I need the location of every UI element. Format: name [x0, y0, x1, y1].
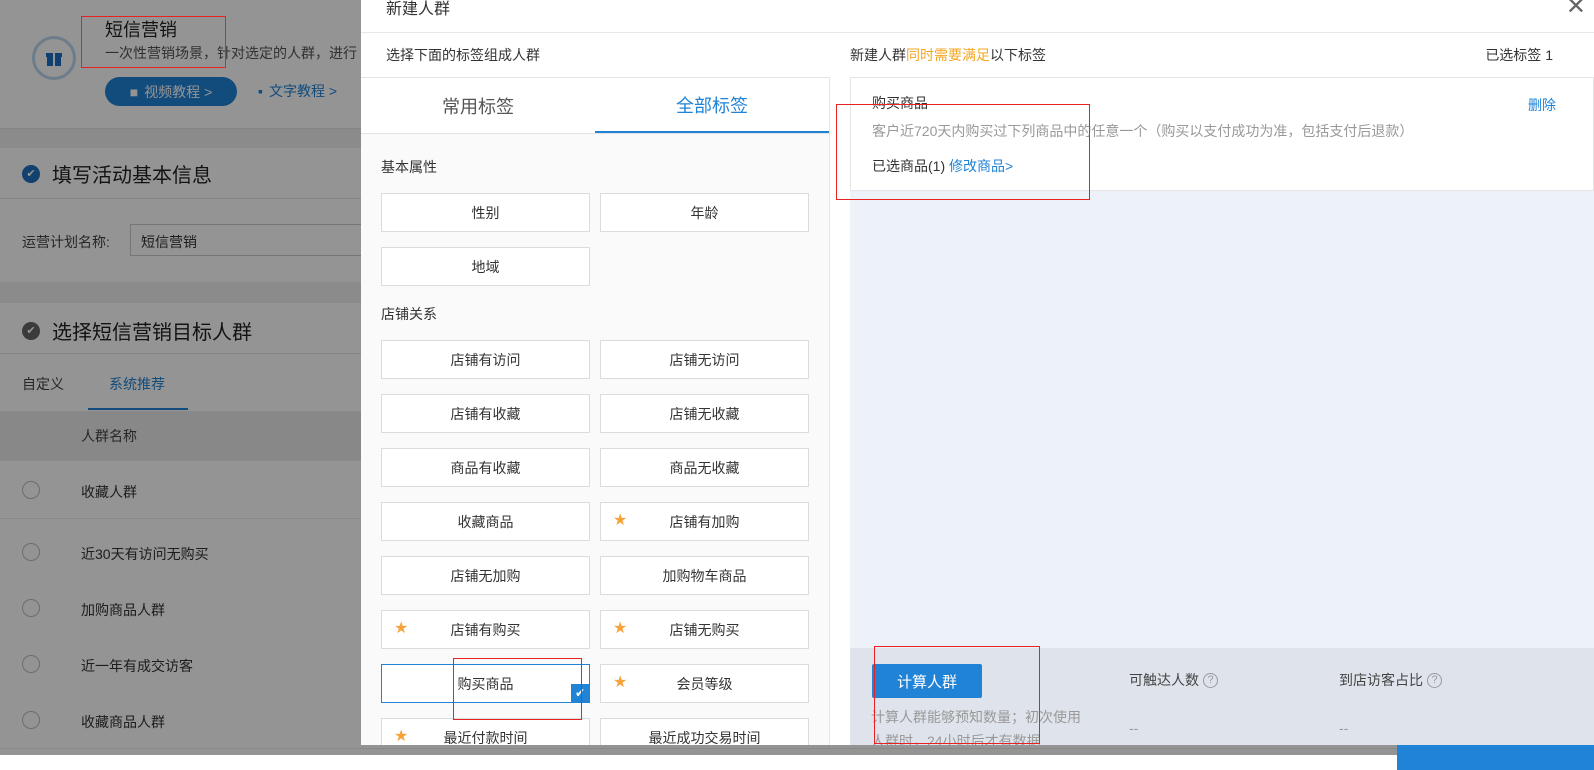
tag-gender[interactable]: 性别	[381, 193, 590, 232]
reachable-count-value: --	[1129, 720, 1139, 736]
tag-cart-items[interactable]: 加购物车商品	[600, 556, 809, 595]
close-icon[interactable]: ✕	[1566, 0, 1586, 21]
help-icon[interactable]: ?	[1427, 672, 1442, 688]
divider	[361, 32, 1594, 33]
condition-title: 购买商品	[872, 95, 928, 111]
calculate-bar: 计算人群 计算人群能够预知数量；初次使用人群时，24小时后才有数据 可触达人数?…	[850, 648, 1594, 745]
tag-label: 店铺无收藏	[669, 405, 740, 422]
tag-picker-panel: 常用标签 全部标签 基本属性 性别 年龄 地域 店铺关系 店铺有访问 店铺无访问…	[361, 77, 830, 745]
tag-store-not-carted[interactable]: 店铺无加购	[381, 556, 590, 595]
tag-label: 年龄	[690, 204, 719, 221]
tag-label: 最近付款时间	[443, 729, 528, 746]
tag-label: 店铺无购买	[669, 621, 740, 638]
delete-link[interactable]: 删除	[1528, 95, 1556, 115]
tag-age[interactable]: 年龄	[600, 193, 809, 232]
metric-label: 可触达人数	[1129, 672, 1199, 688]
tag-label: 店铺无加购	[450, 567, 521, 584]
bottom-strip	[0, 755, 1594, 770]
right-subtitle-highlight: 同时需要满足	[906, 47, 990, 63]
tag-label: 购买商品	[457, 675, 514, 692]
tag-favorited-items[interactable]: 收藏商品	[381, 502, 590, 541]
tag-label: 商品无收藏	[669, 459, 740, 476]
right-subtitle: 新建人群同时需要满足以下标签	[850, 45, 1046, 65]
tag-label: 收藏商品	[457, 513, 514, 530]
tag-store-not-visited[interactable]: 店铺无访问	[600, 340, 809, 379]
tag-label: 性别	[471, 204, 500, 221]
tag-label: 商品有收藏	[450, 459, 521, 476]
tag-label: 店铺无访问	[669, 351, 740, 368]
star-icon: ★	[394, 620, 409, 637]
left-subtitle: 选择下面的标签组成人群	[386, 47, 540, 63]
checkmark-icon: ✔	[571, 684, 589, 702]
group-label-basic: 基本属性	[381, 159, 437, 175]
new-audience-modal: 新建人群 ✕ 选择下面的标签组成人群 新建人群同时需要满足以下标签 已选标签 1…	[361, 0, 1594, 745]
reachable-count-metric: 可触达人数?	[1129, 670, 1218, 690]
group-label-store: 店铺关系	[381, 306, 437, 322]
tag-label: 店铺有收藏	[450, 405, 521, 422]
metric-label: 到店访客占比	[1339, 672, 1423, 688]
tag-label: 最近成功交易时间	[648, 729, 761, 746]
calculate-audience-button[interactable]: 计算人群	[872, 664, 982, 698]
tag-tabs: 常用标签 全部标签	[361, 78, 829, 134]
confirm-button-edge[interactable]	[1397, 745, 1594, 770]
tag-label: 会员等级	[676, 675, 733, 692]
tab-common-tags[interactable]: 常用标签	[361, 78, 595, 133]
visitor-ratio-value: --	[1339, 720, 1349, 736]
selected-items: 已选商品(1) 修改商品>	[872, 156, 1013, 176]
tag-item-favorited[interactable]: 商品有收藏	[381, 448, 590, 487]
calculate-note: 计算人群能够预知数量；初次使用人群时，24小时后才有数据	[871, 709, 1081, 745]
tag-label: 加购物车商品	[662, 567, 747, 584]
condition-description: 客户近720天内购买过下列商品中的任意一个（购买以支付成功为准，包括支付后退款）	[872, 123, 1414, 139]
right-subtitle-pre: 新建人群	[850, 47, 906, 63]
visitor-ratio-metric: 到店访客占比?	[1339, 670, 1442, 690]
star-icon: ★	[613, 674, 628, 691]
selected-conditions-panel: 购买商品 删除 客户近720天内购买过下列商品中的任意一个（购买以支付成功为准，…	[850, 77, 1594, 745]
help-icon[interactable]: ?	[1203, 672, 1218, 688]
tag-store-carted[interactable]: ★ 店铺有加购	[600, 502, 809, 541]
tag-purchased-items[interactable]: 购买商品 ✔	[381, 664, 590, 703]
tag-store-purchased[interactable]: ★ 店铺有购买	[381, 610, 590, 649]
tag-last-payment-time[interactable]: ★ 最近付款时间	[381, 718, 590, 745]
tag-label: 地域	[471, 258, 500, 275]
modal-title: 新建人群	[386, 1, 451, 18]
tab-all-tags[interactable]: 全部标签	[595, 78, 829, 133]
tag-label: 店铺有访问	[450, 351, 521, 368]
tag-last-trade-time[interactable]: 最近成功交易时间	[600, 718, 809, 745]
selected-items-count: 已选商品(1)	[872, 158, 946, 174]
right-subtitle-post: 以下标签	[990, 47, 1046, 63]
tag-label: 店铺有加购	[669, 513, 740, 530]
star-icon: ★	[613, 512, 628, 529]
condition-card: 购买商品 删除 客户近720天内购买过下列商品中的任意一个（购买以支付成功为准，…	[850, 77, 1594, 191]
tag-region[interactable]: 地域	[381, 247, 590, 286]
star-icon: ★	[613, 620, 628, 637]
tag-member-level[interactable]: ★ 会员等级	[600, 664, 809, 703]
selected-tag-count: 已选标签 1	[1485, 47, 1553, 63]
tag-store-not-favorited[interactable]: 店铺无收藏	[600, 394, 809, 433]
modify-items-link[interactable]: 修改商品>	[949, 158, 1013, 174]
star-icon: ★	[394, 728, 409, 745]
tag-store-favorited[interactable]: 店铺有收藏	[381, 394, 590, 433]
tag-label: 店铺有购买	[450, 621, 521, 638]
tag-item-not-favorited[interactable]: 商品无收藏	[600, 448, 809, 487]
tag-store-visited[interactable]: 店铺有访问	[381, 340, 590, 379]
tag-store-not-purchased[interactable]: ★ 店铺无购买	[600, 610, 809, 649]
